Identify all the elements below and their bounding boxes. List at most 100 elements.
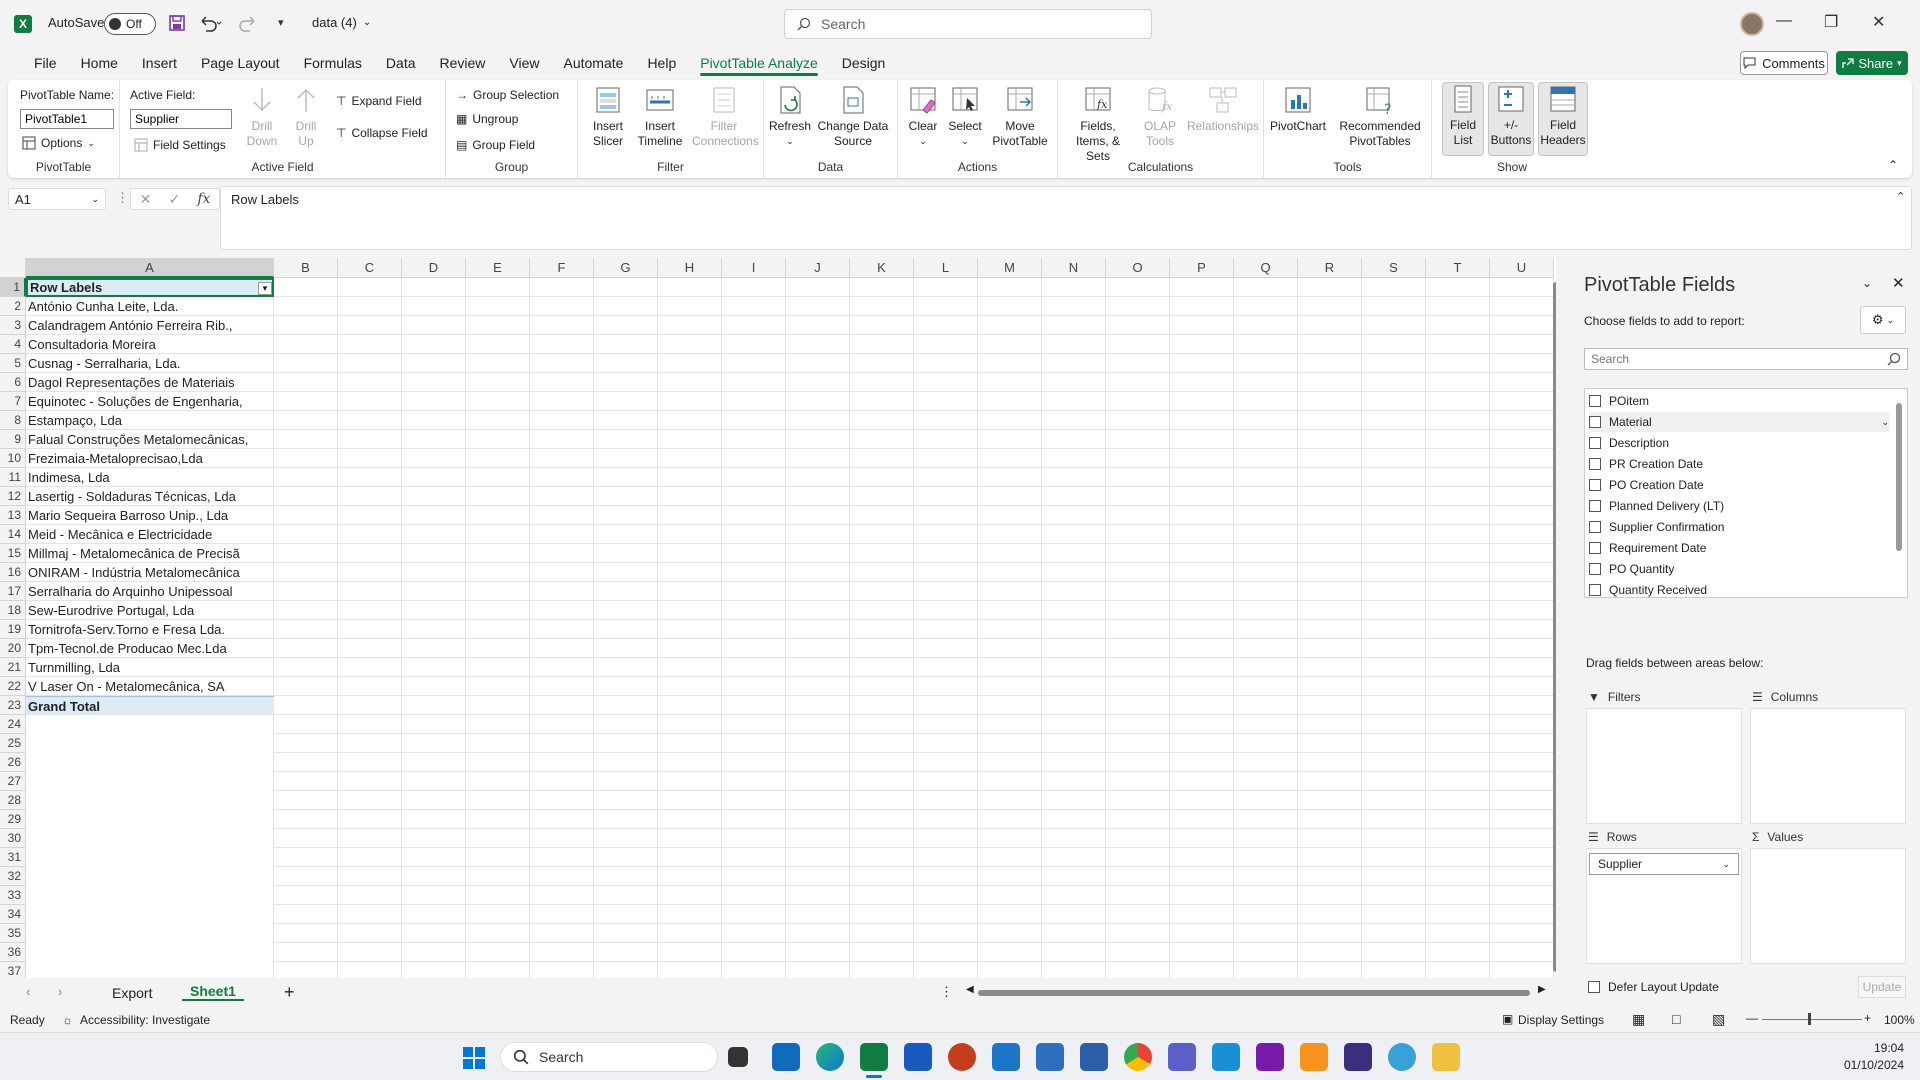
row-header[interactable]: 2 [0,297,26,316]
outlook-icon[interactable] [772,1043,800,1071]
olap-tools-button[interactable]: fx OLAP Tools [1138,84,1182,149]
display-settings[interactable]: Display Settings [1518,1013,1604,1027]
fields-items-sets-button[interactable]: fx Fields, Items, & Sets [1062,84,1134,164]
name-box[interactable]: A1 ⌄ [8,188,106,210]
zoom-in-icon[interactable]: + [1864,1011,1871,1025]
column-header-r[interactable]: R [1298,258,1362,278]
group-selection-button[interactable]: → Group Selection [456,88,559,102]
column-header-u[interactable]: U [1490,258,1554,278]
drill-up-button[interactable]: Drill Up [288,84,324,149]
collapse-field-button[interactable]: ⊤ Collapse Field [336,126,428,140]
row-header[interactable]: 22 [0,677,26,696]
row-header[interactable]: 19 [0,620,26,639]
field-checkbox[interactable] [1589,542,1601,554]
worksheet-grid[interactable]: ABCDEFGHIJKLMNOPQRSTU 1 2 3 4 5 6 7 8 9 10 11 12 13 1… [0,258,1556,978]
field-checkbox[interactable] [1589,416,1601,428]
pivot-grand-total[interactable]: Grand Total [26,696,274,715]
row-header[interactable]: 21 [0,658,26,677]
pivot-row-item[interactable]: Cusnag - Serralharia, Lda. [26,354,274,373]
row-header[interactable]: 37 [0,962,26,978]
field-checkbox[interactable] [1589,458,1601,470]
pivot-row-item[interactable]: Estampaço, Lda [26,411,274,430]
column-header-e[interactable]: E [466,258,530,278]
column-header-t[interactable]: T [1426,258,1490,278]
column-header-b[interactable]: B [274,258,338,278]
row-header[interactable]: 7 [0,392,26,411]
change-data-source-button[interactable]: Change Data Source [814,84,892,149]
field-checkbox[interactable] [1589,500,1601,512]
filename-dropdown[interactable]: data (4) ⌄ [312,15,371,30]
zoom-slider[interactable] [1762,1019,1862,1020]
field-item[interactable]: Material ⌄ [1589,412,1889,432]
comments-button[interactable]: Comments [1740,51,1828,75]
collapse-formula-icon[interactable]: ⌃ [1896,190,1905,203]
field-item[interactable]: PR Creation Date [1589,454,1889,474]
row-header[interactable]: 28 [0,791,26,810]
ungroup-button[interactable]: ▦ Ungroup [456,112,518,126]
row-header[interactable]: 31 [0,848,26,867]
next-sheet-icon[interactable]: › [58,984,62,999]
cancel-icon[interactable]: ✕ [140,191,152,208]
autosave-toggle[interactable]: Off [104,13,156,35]
collapse-ribbon-icon[interactable]: ⌃ [1888,158,1898,172]
values-area[interactable] [1750,848,1906,964]
sheet-tab-sheet1[interactable]: Sheet1 [182,983,244,1001]
user-avatar[interactable] [1740,12,1764,36]
tab-page-layout[interactable]: Page Layout [189,48,292,78]
pivot-row-item[interactable]: António Cunha Leite, Lda. [26,297,274,316]
pivot-row-item[interactable]: Indimesa, Lda [26,468,274,487]
tab-help[interactable]: Help [635,48,688,78]
column-header-o[interactable]: O [1106,258,1170,278]
row-header[interactable]: 33 [0,886,26,905]
scroll-left-icon[interactable]: ◀ [966,984,974,995]
normal-view-icon[interactable]: ▦ [1632,1011,1645,1028]
sheet-tab-export[interactable]: Export [112,985,152,1001]
share-button[interactable]: Share ▾ [1836,51,1908,75]
file-explorer-icon[interactable] [1432,1043,1460,1071]
tab-split-icon[interactable]: ⋮ [940,984,953,1000]
row-header[interactable]: 18 [0,601,26,620]
chevron-down-icon[interactable]: ⌄ [1881,417,1889,428]
row-header[interactable]: 11 [0,468,26,487]
minimize-icon[interactable]: — [1776,12,1822,30]
tab-data[interactable]: Data [374,48,428,78]
page-layout-view-icon[interactable]: □ [1672,1011,1680,1027]
accessibility-status[interactable]: Accessibility: Investigate [80,1013,210,1027]
task-view-icon[interactable] [728,1047,748,1067]
column-header-g[interactable]: G [594,258,658,278]
horizontal-scroll-thumb[interactable] [978,990,1530,996]
onenote-icon[interactable] [1256,1043,1284,1071]
active-field-input[interactable] [130,109,232,129]
restore-icon[interactable]: ❐ [1824,12,1870,32]
field-checkbox[interactable] [1589,479,1601,491]
row-header[interactable]: 26 [0,753,26,772]
pivot-row-labels-header[interactable]: Row Labels [26,278,274,297]
rows-area[interactable]: Supplier ⌄ [1586,848,1742,964]
field-list[interactable]: POitem Material ⌄ Description PR Creation Da… [1584,388,1908,598]
column-header-f[interactable]: F [530,258,594,278]
taskbar-search[interactable]: Search [500,1042,718,1072]
pivot-row-item[interactable]: Serralharia do Arquinho Unipessoal [26,582,274,601]
column-header-l[interactable]: L [914,258,978,278]
column-header-a[interactable]: A [26,258,274,278]
pivot-row-item[interactable]: Consultadoria Moreira [26,335,274,354]
pivot-row-item[interactable]: ONIRAM - Indústria Metalomecânica [26,563,274,582]
row-header[interactable]: 14 [0,525,26,544]
field-item[interactable]: POitem [1589,391,1889,411]
field-checkbox[interactable] [1589,584,1601,596]
row-header[interactable]: 1 [0,278,26,297]
update-button[interactable]: Update [1858,976,1906,998]
formula-input[interactable]: Row Labels [220,186,1912,250]
tab-file[interactable]: File [22,48,69,78]
zoom-level[interactable]: 100% [1884,1013,1915,1027]
tab-review[interactable]: Review [428,48,498,78]
row-header[interactable]: 36 [0,943,26,962]
save-icon[interactable] [168,14,186,32]
scroll-right-icon[interactable]: ▶ [1538,984,1546,995]
clock-time[interactable]: 19:04 [1838,1041,1904,1055]
row-header[interactable]: 5 [0,354,26,373]
column-header-m[interactable]: M [978,258,1042,278]
row-header[interactable]: 34 [0,905,26,924]
expand-field-button[interactable]: ⊤ Expand Field [336,94,422,108]
customize-qat-icon[interactable]: ▾ [278,16,284,29]
